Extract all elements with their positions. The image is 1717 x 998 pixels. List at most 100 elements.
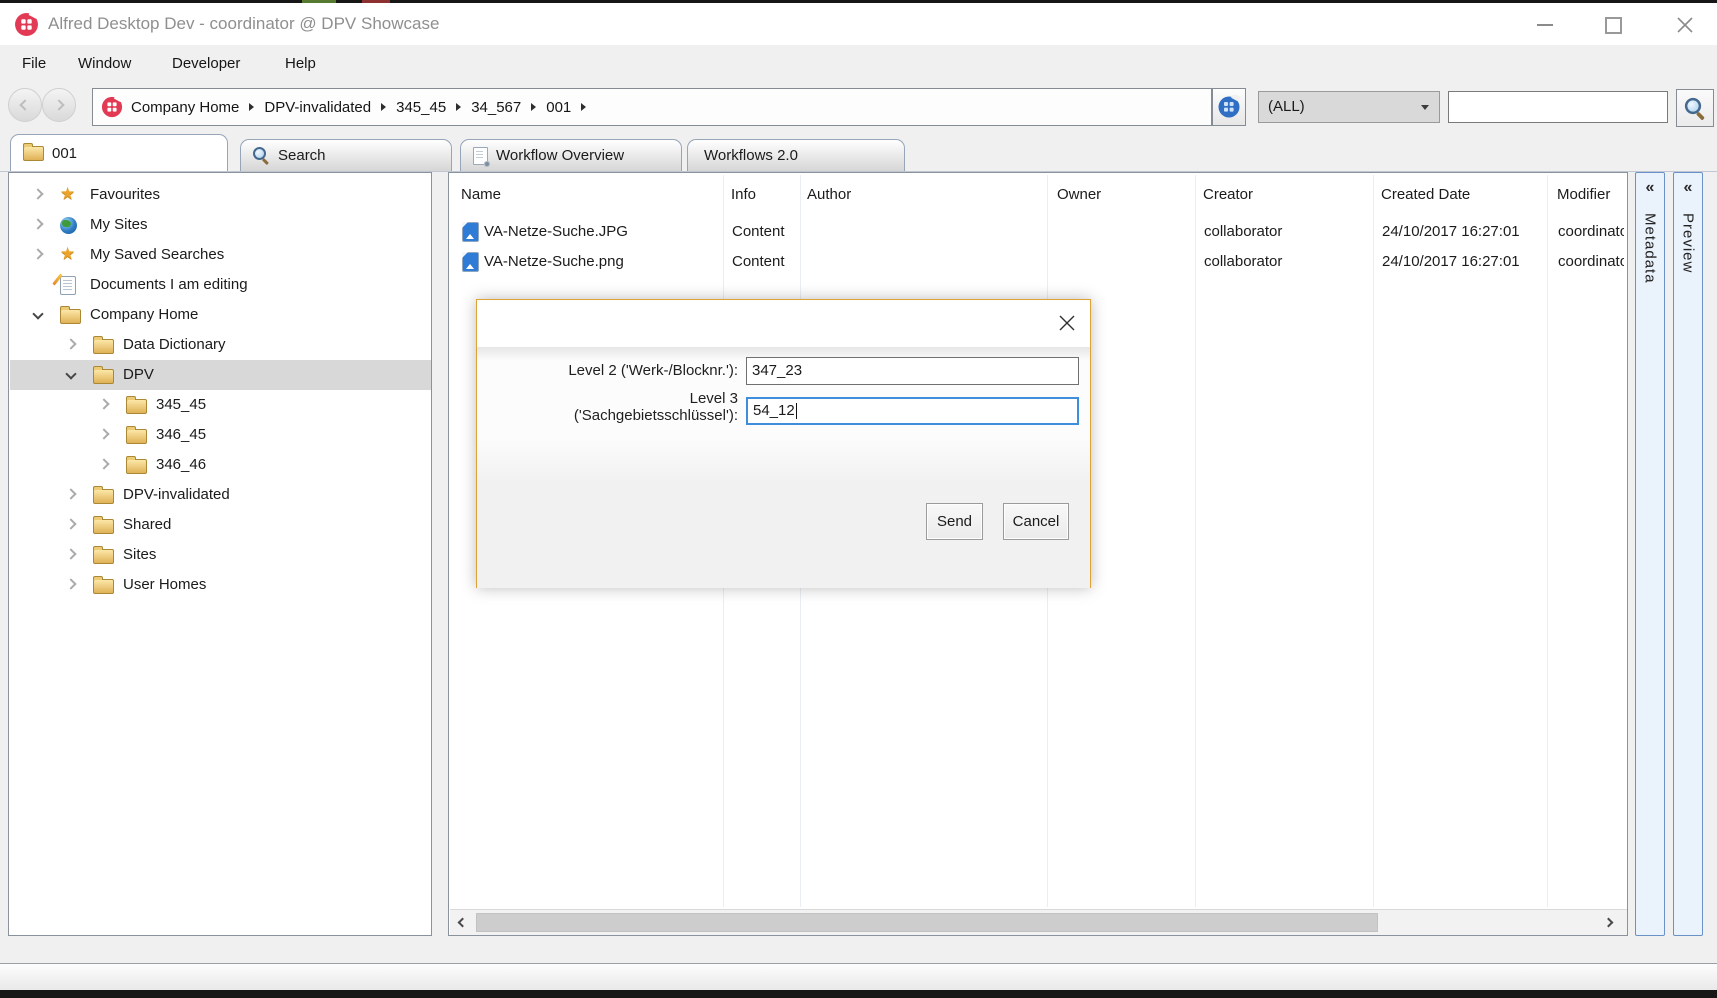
table-row[interactable]: VA-Netze-Suche.JPG Content collaborator … [450,217,1626,247]
maximize-button[interactable] [1596,9,1630,41]
breadcrumb-item[interactable]: Company Home [131,99,239,116]
tab-001[interactable]: 001 [10,134,228,171]
star-icon: ★ [60,184,75,204]
folder-icon [23,146,44,161]
tree-expander-icon[interactable] [98,458,109,469]
tree-item-sites[interactable]: Sites [10,540,431,570]
notepad-icon [60,276,76,295]
cell-modifier: coordinator [1558,217,1624,247]
cell-info: Content [732,247,785,277]
dialog-close-button[interactable] [1056,312,1078,334]
tree-item-346-46[interactable]: 346_46 [10,450,431,480]
column-header-author[interactable]: Author [807,173,851,217]
folder-icon [93,489,114,504]
tree-expander-icon[interactable] [32,248,43,259]
column-header-modifier[interactable]: Modifier [1557,173,1610,217]
send-button[interactable]: Send [926,503,983,540]
tree-expander-icon[interactable] [65,338,76,349]
tree-item-favourites[interactable]: ★ Favourites [10,180,431,210]
column-header-name[interactable]: Name [461,173,501,217]
scroll-right-button[interactable] [1596,910,1620,935]
forward-button[interactable] [42,88,76,122]
breadcrumb-item[interactable]: 34_567 [471,99,521,116]
folder-icon [126,429,147,444]
tab-search[interactable]: Search [240,139,452,171]
cell-name: VA-Netze-Suche.png [484,247,624,277]
back-icon [19,99,30,110]
column-header-info[interactable]: Info [731,173,756,217]
breadcrumb-item[interactable]: DPV-invalidated [264,99,371,116]
column-header-creator[interactable]: Creator [1203,173,1253,217]
scope-select[interactable]: (ALL) [1258,91,1440,123]
tab-label: Workflows 2.0 [704,147,798,164]
menu-window[interactable]: Window [78,45,131,83]
menu-file[interactable]: File [22,45,46,83]
tree-expander-icon[interactable] [65,518,76,529]
metadata-panel-label: Metadata [1642,213,1659,284]
image-file-icon [462,252,479,272]
table-row[interactable]: VA-Netze-Suche.png Content collaborator … [450,247,1626,277]
horizontal-scrollbar[interactable] [450,909,1627,935]
breadcrumb-logo-icon [101,96,123,118]
tree-expander-icon[interactable] [65,488,76,499]
tree-item-data-dictionary[interactable]: Data Dictionary [10,330,431,360]
search-input[interactable] [1448,91,1668,123]
star-icon: ★ [60,244,75,264]
tree-item-company-home[interactable]: Company Home [10,300,431,330]
tree-expander-icon[interactable] [32,308,43,319]
cell-modifier: coordinator [1558,247,1624,277]
tab-workflows-2[interactable]: Workflows 2.0 [687,139,905,171]
tree-expander-icon[interactable] [98,428,109,439]
tree-item-my-saved-searches[interactable]: ★ My Saved Searches [10,240,431,270]
cancel-button[interactable]: Cancel [1003,503,1069,540]
tab-workflow-overview[interactable]: Workflow Overview [460,139,682,171]
tree-item-label: Data Dictionary [123,330,226,360]
tree-expander-icon[interactable] [65,578,76,589]
breadcrumb-item[interactable]: 001 [546,99,571,116]
navigation-tree: ★ Favourites My Sites ★ My Saved Searche… [8,172,432,936]
tree-item-345-45[interactable]: 345_45 [10,390,431,420]
cell-created: 24/10/2017 16:27:01 [1382,247,1520,277]
level2-input[interactable]: 347_23 [746,357,1079,385]
sync-button[interactable] [1212,88,1246,126]
level2-label: Level 2 ('Werk-/Blocknr.'): [485,357,738,385]
breadcrumb-separator-icon [531,103,536,111]
window-title: Alfred Desktop Dev - coordinator @ DPV S… [48,3,439,45]
scroll-left-button[interactable] [450,910,474,935]
expand-panel-icon[interactable]: « [1674,179,1702,197]
tree-item-dpv[interactable]: DPV [10,360,431,390]
tree-expander-icon[interactable] [65,368,76,379]
preview-panel[interactable]: « Preview [1673,172,1703,936]
tab-label: Workflow Overview [496,147,624,164]
tree-item-my-sites[interactable]: My Sites [10,210,431,240]
chevron-down-icon [1421,105,1429,110]
column-header-owner[interactable]: Owner [1057,173,1101,217]
close-button[interactable] [1668,9,1702,41]
metadata-panel[interactable]: « Metadata [1635,172,1665,936]
search-button[interactable] [1676,89,1714,127]
folder-icon [126,399,147,414]
menu-developer[interactable]: Developer [172,45,240,83]
tree-item-346-45[interactable]: 346_45 [10,420,431,450]
tree-expander-icon[interactable] [98,398,109,409]
tree-item-label: User Homes [123,570,206,600]
minimize-button[interactable] [1528,9,1562,41]
tree-expander-icon[interactable] [32,218,43,229]
close-icon [1676,16,1694,34]
tree-expander-icon[interactable] [65,548,76,559]
expand-panel-icon[interactable]: « [1636,179,1664,197]
column-header-created[interactable]: Created Date [1381,173,1470,217]
tree-expander-icon[interactable] [32,188,43,199]
menu-help[interactable]: Help [285,45,316,83]
back-button[interactable] [8,88,42,122]
tree-item-user-homes[interactable]: User Homes [10,570,431,600]
tree-item-documents-editing[interactable]: Documents I am editing [10,270,431,300]
level3-input[interactable]: 54_12 [746,397,1079,425]
level3-label: Level 3 ('Sachgebietsschlüssel'): [485,390,738,424]
tree-item-dpv-invalidated[interactable]: DPV-invalidated [10,480,431,510]
cell-name: VA-Netze-Suche.JPG [484,217,628,247]
tree-item-shared[interactable]: Shared [10,510,431,540]
scrollbar-thumb[interactable] [476,913,1378,932]
breadcrumb-item[interactable]: 345_45 [396,99,446,116]
tab-label: Search [278,147,326,164]
